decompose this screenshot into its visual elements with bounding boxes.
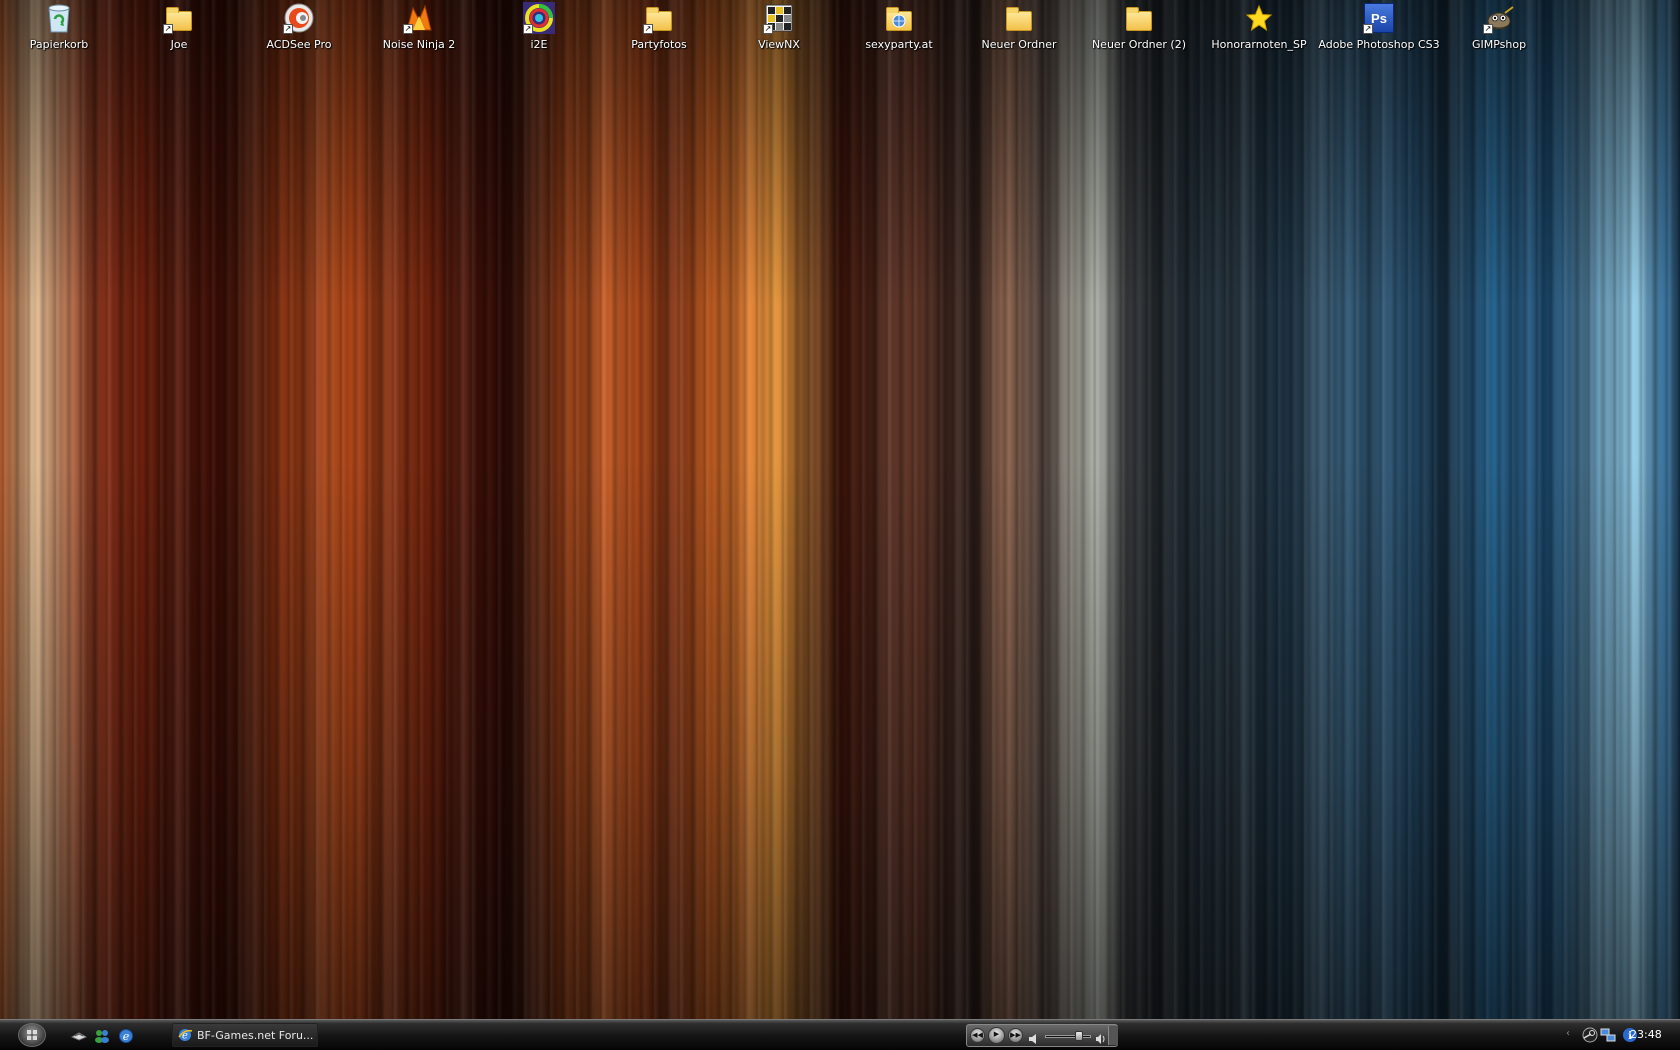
photoshop-icon: Ps ↗ [1363, 2, 1395, 34]
desktop-icon-label: Noise Ninja 2 [382, 38, 456, 51]
system-tray: ‹ i [1562, 1025, 1680, 1046]
desktop-icon-label: ViewNX [758, 38, 800, 51]
desktop-icon-label: Neuer Ordner [981, 38, 1057, 51]
desktop-icon-label: Adobe Photoshop CS3 [1318, 38, 1440, 51]
folder-icon [1123, 2, 1155, 34]
desktop-icon-label: Joe [170, 38, 188, 51]
desktop-icon-acdsee-pro[interactable]: ↗ ACDSee Pro [244, 2, 354, 51]
desktop-icon-label: i2E [530, 38, 548, 51]
previous-icon[interactable]: ◀◀ [970, 1028, 985, 1043]
taskbar: e e BF-Games.net Foru... ◀◀ ▶ ▶▶ ‹ i 23:… [0, 1019, 1680, 1050]
desktop-icon-papierkorb[interactable]: Papierkorb [4, 2, 114, 51]
svg-text:e: e [182, 1031, 188, 1042]
shortcut-arrow-icon: ↗ [1483, 24, 1493, 34]
media-restore-button[interactable] [1108, 1026, 1118, 1045]
desktop-icon-noise-ninja-2[interactable]: ↗ Noise Ninja 2 [364, 2, 474, 51]
desktop-icon-gimpshop[interactable]: ↗ GIMPshop [1444, 2, 1554, 51]
internet-explorer-icon: e [178, 1029, 193, 1042]
desktop-icon-sexyparty-at[interactable]: sexyparty.at [844, 2, 954, 51]
start-button[interactable] [18, 1023, 46, 1047]
media-player-toolbar: ◀◀ ▶ ▶▶ [966, 1024, 1118, 1047]
desktop-icon-neuer-ordner-2[interactable]: Neuer Ordner (2) [1084, 2, 1194, 51]
mute-icon[interactable] [1028, 1030, 1038, 1044]
clock[interactable]: 23:48 [1630, 1028, 1662, 1041]
desktop-icon-label: ACDSee Pro [266, 38, 332, 51]
network-icon[interactable] [1600, 1027, 1616, 1043]
messenger-icon[interactable] [94, 1028, 110, 1044]
svg-text:e: e [123, 1030, 130, 1043]
web-folder-icon [883, 2, 915, 34]
acdsee-icon: ↗ [283, 2, 315, 34]
desktop-icon-label: sexyparty.at [865, 38, 933, 51]
desktop-icon-honorarnoten-sp[interactable]: Honorarnoten_SP [1204, 2, 1314, 51]
task-button-browser[interactable]: e BF-Games.net Foru... [172, 1023, 318, 1047]
folder-icon: ↗ [643, 2, 675, 34]
folder-icon: ↗ [163, 2, 195, 34]
steam-icon[interactable] [1582, 1027, 1598, 1043]
desktop-icon-label: GIMPshop [1471, 38, 1527, 51]
shortcut-arrow-icon: ↗ [1363, 24, 1373, 34]
recycle-bin-icon [43, 2, 75, 34]
task-button-label: BF-Games.net Foru... [197, 1028, 314, 1042]
desktop-icon-label: Honorarnoten_SP [1211, 38, 1307, 51]
volume-slider-thumb[interactable] [1075, 1031, 1084, 1041]
star-icon [1243, 2, 1275, 34]
shortcut-arrow-icon: ↗ [283, 24, 293, 34]
gimp-icon: ↗ [1483, 2, 1515, 34]
desktop-icon-label: Neuer Ordner (2) [1091, 38, 1187, 51]
show-desktop-icon[interactable] [70, 1028, 88, 1044]
desktop-icon-partyfotos[interactable]: ↗ Partyfotos [604, 2, 714, 51]
shortcut-arrow-icon: ↗ [403, 24, 413, 34]
noise-ninja-icon: ↗ [403, 2, 435, 34]
desktop-icon-joe[interactable]: ↗ Joe [124, 2, 234, 51]
internet-explorer-icon[interactable]: e [118, 1028, 134, 1044]
desktop-icon-label: Papierkorb [29, 38, 89, 51]
shortcut-arrow-icon: ↗ [163, 24, 173, 34]
volume-max-icon[interactable] [1095, 1030, 1107, 1044]
i2e-icon: ↗ [523, 2, 555, 34]
folder-icon [1003, 2, 1035, 34]
desktop-icon-viewnx[interactable]: ↗ ViewNX [724, 2, 834, 51]
shortcut-arrow-icon: ↗ [523, 24, 533, 34]
next-icon[interactable]: ▶▶ [1008, 1028, 1023, 1043]
volume-slider-track[interactable] [1045, 1035, 1091, 1038]
viewnx-icon: ↗ [763, 2, 795, 34]
desktop-icon-label: Partyfotos [631, 38, 687, 51]
desktop-icon-i2e[interactable]: ↗ i2E [484, 2, 594, 51]
desktop-background[interactable]: Papierkorb ↗ Joe ↗ ACDSee Pro ↗ Noise Ni… [0, 0, 1680, 1019]
tray-expand-icon[interactable]: ‹ [1566, 1028, 1570, 1039]
desktop-icon-adobe-photoshop-cs3[interactable]: Ps ↗ Adobe Photoshop CS3 [1318, 2, 1440, 51]
desktop-icon-neuer-ordner[interactable]: Neuer Ordner [964, 2, 1074, 51]
play-icon[interactable]: ▶ [988, 1027, 1005, 1044]
shortcut-arrow-icon: ↗ [763, 24, 773, 34]
shortcut-arrow-icon: ↗ [643, 24, 653, 34]
